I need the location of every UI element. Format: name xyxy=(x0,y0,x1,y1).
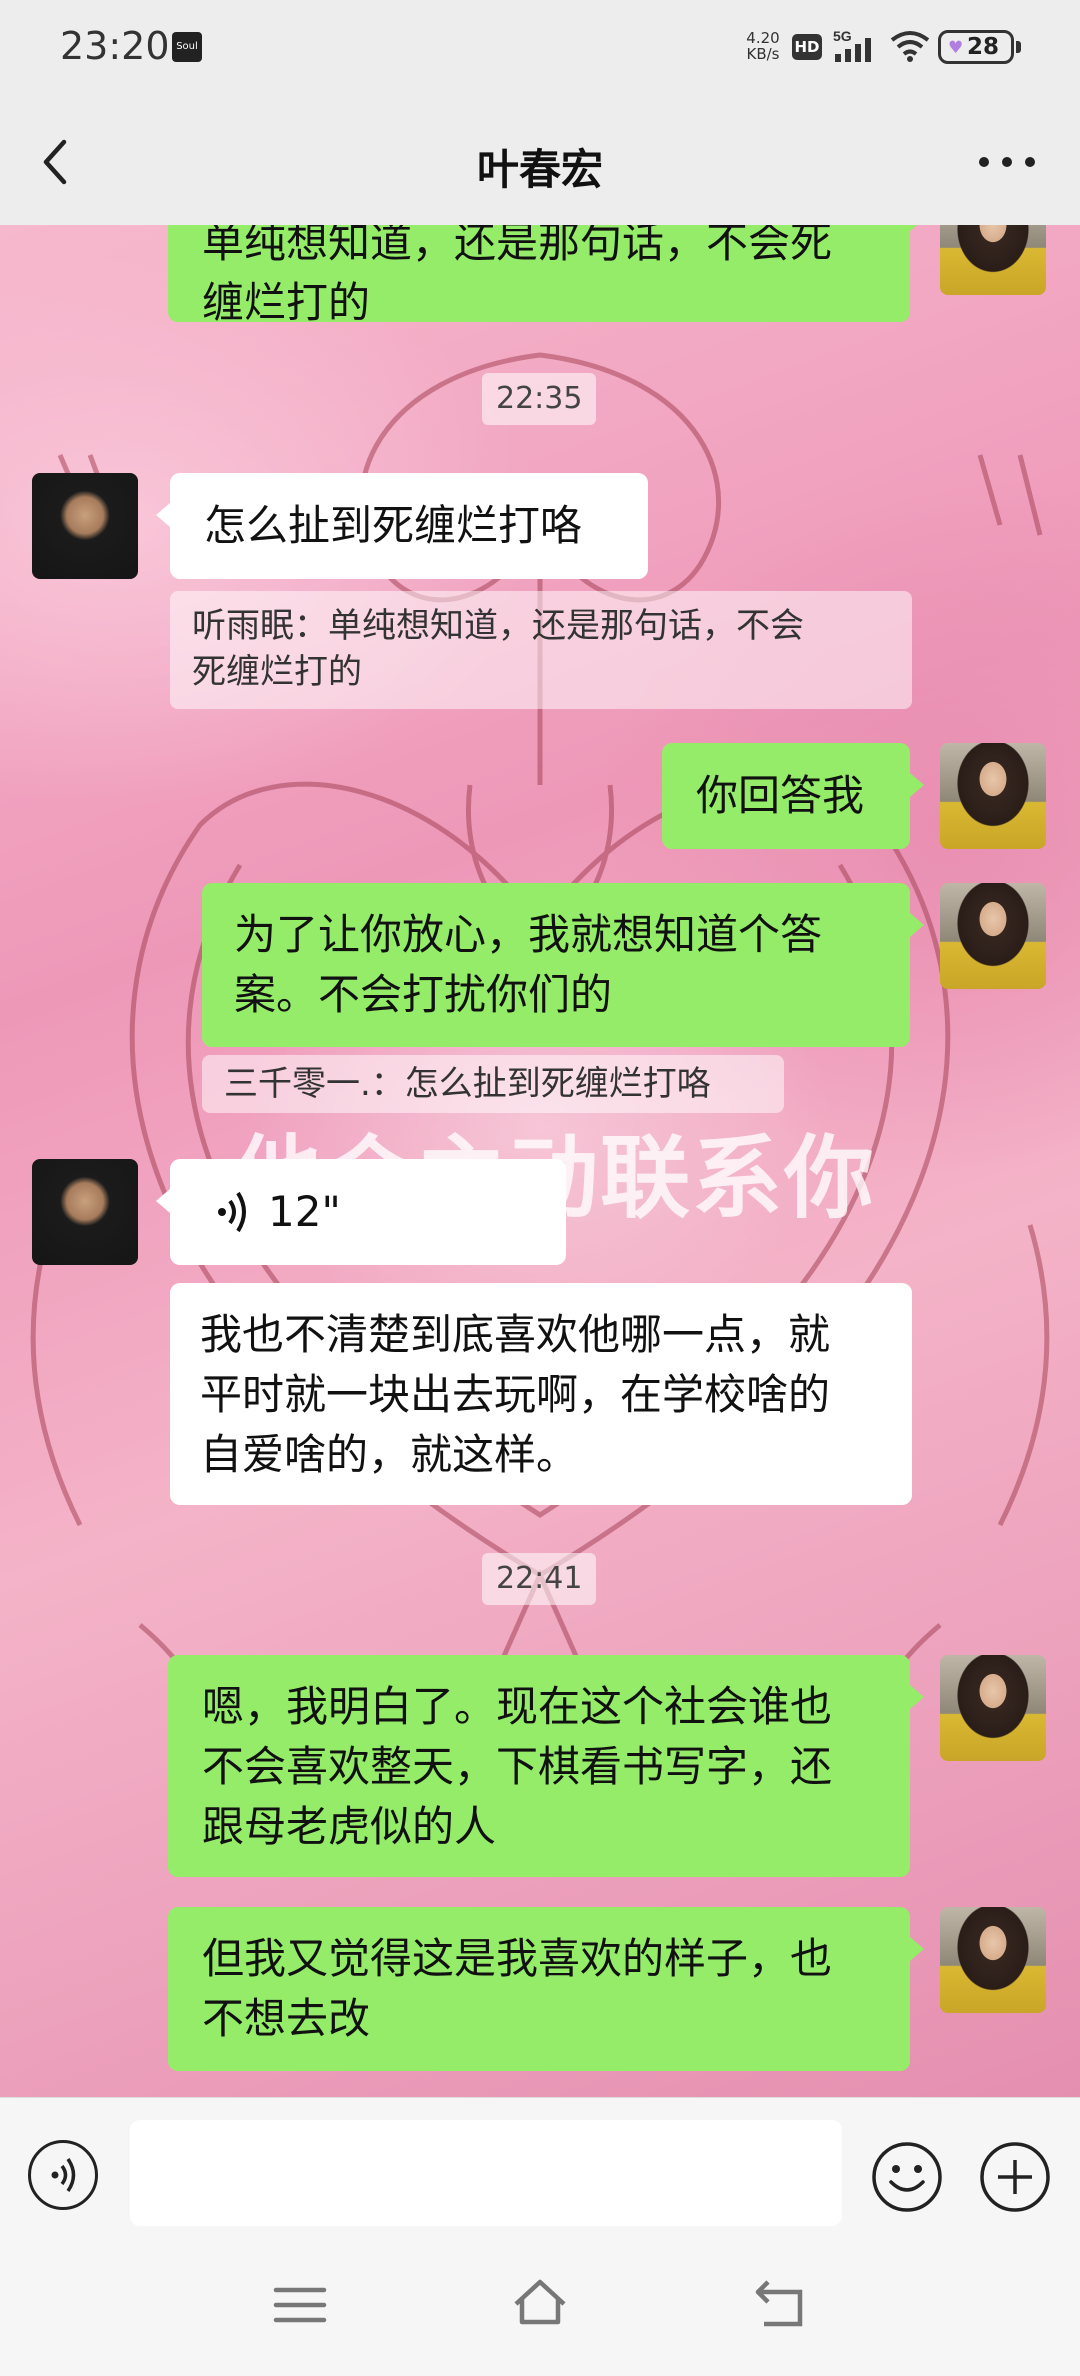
hd-voice-icon: HD xyxy=(792,34,822,60)
timestamp: 22:41 xyxy=(482,1553,597,1605)
message-text: 怎么扯到死缠烂打咯 xyxy=(204,501,583,550)
voice-input-button[interactable] xyxy=(28,2140,98,2210)
sent-message[interactable]: 嗯，我明白了。现在这个社会谁也 不会喜欢整天，下棋看书写字，还 跟母老虎似的人 xyxy=(168,1655,924,1877)
received-message[interactable]: 我也不清楚到底喜欢他哪一点，就 平时就一块出去玩啊，在学校啥的 自爱啥的，就这样… xyxy=(170,1283,912,1505)
network-speed-unit: KB/s xyxy=(746,45,780,63)
network-speed: 4.20 KB/s xyxy=(738,30,788,62)
my-avatar[interactable] xyxy=(940,1655,1046,1761)
message-text-line: 自爱啥的，就这样。 xyxy=(200,1430,579,1479)
more-options-icon[interactable] xyxy=(972,140,1042,185)
message-text-line: 但我又觉得这是我喜欢的样子，也 xyxy=(202,1934,833,1983)
chat-header: 叶春宏 xyxy=(0,100,1080,225)
recent-apps-icon[interactable] xyxy=(270,2282,330,2328)
sent-message[interactable]: 但我又觉得这是我喜欢的样子，也 不想去改 xyxy=(168,1907,924,2071)
message-text-line: 不想去改 xyxy=(202,1994,371,2043)
emoji-icon[interactable] xyxy=(870,2140,944,2214)
status-time: 23:20 xyxy=(60,24,170,68)
message-text: 你回答我 xyxy=(696,771,865,820)
quote-text-line: 死缠烂打的 xyxy=(192,652,362,692)
status-bar: 23:20 Soul 4.20 KB/s HD 5G ♥ 28 xyxy=(0,0,1080,100)
message-text-line: 案。不会打扰你们的 xyxy=(234,970,613,1019)
battery-level: 28 xyxy=(967,34,1000,60)
wifi-icon xyxy=(890,31,930,62)
message-input-bar xyxy=(0,2097,1080,2233)
message-text-line: 嗯，我明白了。现在这个社会谁也 xyxy=(202,1682,833,1731)
quoted-message[interactable]: 三千零一.：怎么扯到死缠烂打咯 xyxy=(202,1055,784,1113)
message-input[interactable] xyxy=(130,2120,842,2226)
message-text-line: 单纯想知道，还是那句话，不会死 xyxy=(202,225,833,267)
message-text-line: 不会喜欢整天，下棋看书写字，还 xyxy=(202,1742,833,1791)
bubble-tail xyxy=(156,1189,170,1213)
sent-message[interactable]: 你回答我 xyxy=(662,743,924,849)
bubble-tail xyxy=(156,503,170,527)
message-text-line: 跟母老虎似的人 xyxy=(202,1802,497,1851)
bubble-tail xyxy=(910,225,924,231)
message-text-line: 缠烂打的 xyxy=(202,278,371,327)
voice-duration: 12" xyxy=(268,1187,341,1236)
my-avatar[interactable] xyxy=(940,225,1046,295)
my-avatar[interactable] xyxy=(940,743,1046,849)
bubble-tail xyxy=(910,913,924,937)
network-speed-value: 4.20 xyxy=(746,29,780,47)
battery-tip xyxy=(1016,41,1021,53)
sent-message[interactable]: 为了让你放心，我就想知道个答 案。不会打扰你们的 xyxy=(202,883,924,1047)
home-icon[interactable] xyxy=(510,2274,570,2330)
add-attachment-icon[interactable] xyxy=(978,2140,1052,2214)
voice-message[interactable]: 12" xyxy=(156,1159,566,1265)
contact-avatar[interactable] xyxy=(32,1159,138,1265)
my-avatar[interactable] xyxy=(940,1907,1046,2013)
voice-wave-icon xyxy=(218,1191,246,1233)
sent-message[interactable]: 单纯想知道，还是那句话，不会死 缠烂打的 xyxy=(168,225,924,327)
signal-5g-icon: 5G xyxy=(833,28,871,62)
bubble-tail xyxy=(910,1685,924,1709)
timestamp: 22:35 xyxy=(482,373,597,425)
quote-text: 三千零一.：怎么扯到死缠烂打咯 xyxy=(224,1064,711,1104)
message-text-line: 为了让你放心，我就想知道个答 xyxy=(234,910,823,959)
contact-avatar[interactable] xyxy=(32,473,138,579)
battery-icon: ♥ 28 xyxy=(938,30,1014,64)
message-text-line: 平时就一块出去玩啊，在学校啥的 xyxy=(200,1370,831,1419)
bubble-tail xyxy=(910,1937,924,1961)
quote-text-line: 听雨眠：单纯想知道，还是那句话，不会 xyxy=(192,606,804,646)
heart-icon: ♥ xyxy=(948,38,964,58)
system-back-icon[interactable] xyxy=(750,2280,810,2330)
chat-history[interactable]: 他会主动联系你 单纯想知道，还是那句话，不会死 缠烂打的 22:35 怎么扯到死… xyxy=(0,225,1080,2097)
bubble-tail xyxy=(910,773,924,797)
received-message[interactable]: 怎么扯到死缠烂打咯 xyxy=(156,473,648,579)
my-avatar[interactable] xyxy=(940,883,1046,989)
quoted-message[interactable]: 听雨眠：单纯想知道，还是那句话，不会 死缠烂打的 xyxy=(170,591,912,709)
system-navigation-bar xyxy=(0,2232,1080,2376)
voice-icon xyxy=(51,2158,76,2192)
network-type-label: 5G xyxy=(833,28,852,44)
chat-title: 叶春宏 xyxy=(476,145,603,194)
message-text-line: 我也不清楚到底喜欢他哪一点，就 xyxy=(200,1310,831,1359)
soul-app-icon: Soul xyxy=(172,32,202,62)
